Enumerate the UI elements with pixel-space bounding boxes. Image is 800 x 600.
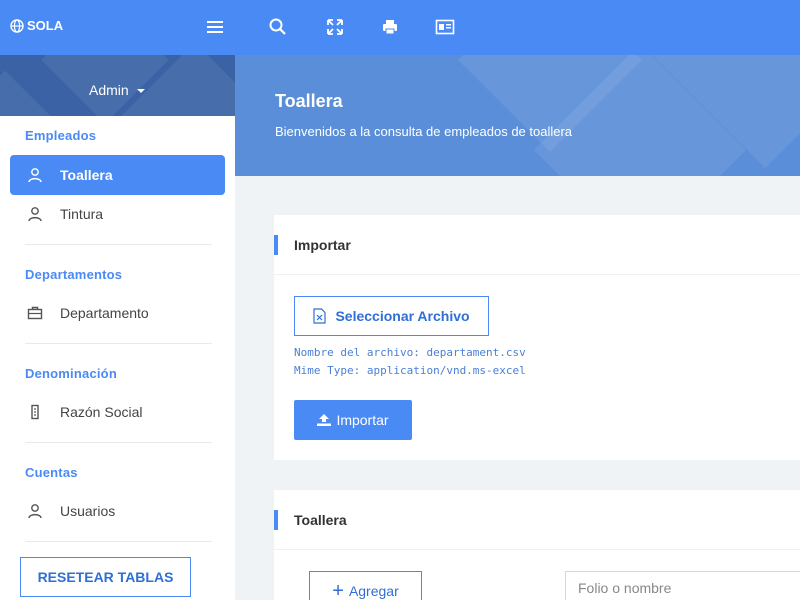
import-label: Importar: [336, 412, 389, 428]
sidebar-item-label: Toallera: [60, 167, 113, 183]
section-title-cuentas: Cuentas: [25, 465, 78, 480]
sidebar-item-label: Razón Social: [60, 404, 143, 420]
sidebar-item-razon-social[interactable]: Razón Social: [10, 392, 225, 432]
document-icon: [26, 403, 44, 421]
top-bar: SOLA: [0, 0, 800, 55]
user-icon: [26, 502, 44, 520]
user-menu[interactable]: Admin: [89, 82, 145, 98]
page-subtitle: Bienvenidos a la consulta de empleados d…: [275, 124, 573, 139]
sidebar-item-tintura[interactable]: Tintura: [10, 194, 225, 234]
globe-icon: [10, 18, 24, 33]
select-file-button[interactable]: Seleccionar Archivo: [294, 296, 489, 336]
search-input[interactable]: [565, 571, 800, 600]
excel-file-icon: [313, 308, 327, 324]
upload-icon: [317, 414, 332, 426]
fullscreen-icon[interactable]: [325, 17, 345, 37]
divider: [25, 244, 212, 245]
brand-logo[interactable]: SOLA: [10, 18, 63, 33]
divider: [25, 343, 212, 344]
hamburger-menu-icon[interactable]: [205, 17, 225, 37]
user-name: Admin: [89, 82, 129, 98]
file-name-text: Nombre del archivo: departament.csv: [294, 346, 526, 359]
id-card-icon[interactable]: [435, 17, 455, 37]
user-icon: [26, 205, 44, 223]
section-title-empleados: Empleados: [25, 128, 97, 143]
sidebar-item-usuarios[interactable]: Usuarios: [10, 491, 225, 531]
brand-name: SOLA: [27, 18, 64, 33]
search-icon[interactable]: [268, 17, 288, 37]
reset-tables-button[interactable]: RESETEAR TABLAS: [20, 557, 191, 597]
card-title: Toallera: [274, 490, 800, 550]
divider: [25, 442, 212, 443]
toallera-card: Toallera + Agregar: [274, 490, 800, 600]
print-icon[interactable]: [380, 17, 400, 37]
divider: [25, 541, 212, 542]
add-button[interactable]: + Agregar: [309, 571, 422, 600]
sidebar-item-label: Tintura: [60, 206, 104, 222]
mime-type-text: Mime Type: application/vnd.ms-excel: [294, 364, 526, 377]
sidebar: Admin Empleados Toallera Tintura Departa…: [0, 55, 235, 600]
select-file-label: Seleccionar Archivo: [335, 308, 470, 324]
import-card: Importar Seleccionar Archivo Nombre del …: [274, 215, 800, 460]
page-banner: Toallera Bienvenidos a la consulta de em…: [235, 55, 800, 176]
sidebar-item-departamento[interactable]: Departamento: [10, 293, 225, 333]
section-title-departamentos: Departamentos: [25, 267, 123, 282]
plus-icon: +: [332, 580, 344, 600]
import-button[interactable]: Importar: [294, 400, 412, 440]
page-title: Toallera: [275, 91, 343, 111]
sidebar-item-label: Usuarios: [60, 503, 116, 519]
sidebar-item-toallera[interactable]: Toallera: [10, 155, 225, 195]
card-title: Importar: [274, 215, 800, 275]
briefcase-icon: [26, 304, 44, 322]
sidebar-item-label: Departamento: [60, 305, 149, 321]
caret-down-icon: [136, 89, 145, 93]
sidebar-header: Admin: [0, 55, 235, 116]
add-label: Agregar: [348, 583, 399, 599]
user-icon: [26, 166, 44, 184]
section-title-denominacion: Denominación: [25, 366, 117, 381]
